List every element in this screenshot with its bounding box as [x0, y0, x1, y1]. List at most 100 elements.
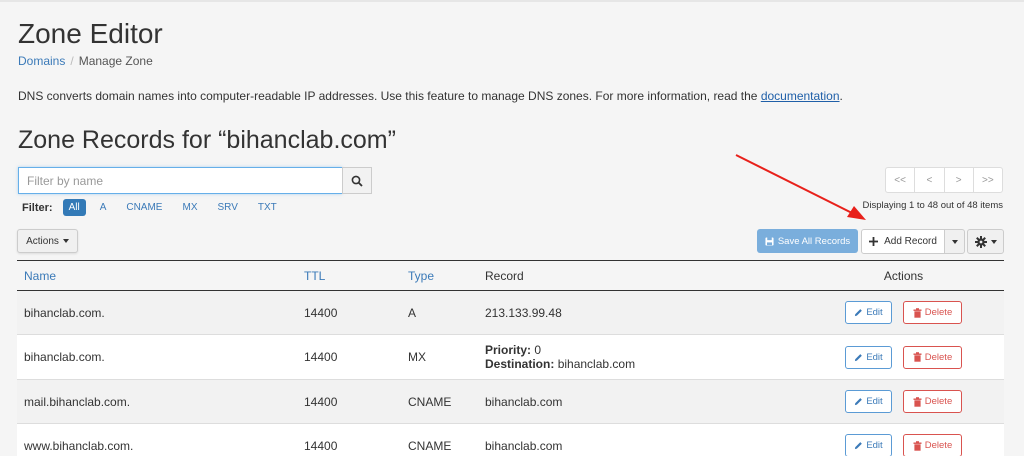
filter-a[interactable]: A: [94, 199, 113, 216]
breadcrumb: Domains / Manage Zone: [18, 54, 153, 68]
filter-txt[interactable]: TXT: [252, 199, 283, 216]
search-input[interactable]: [18, 167, 342, 194]
table-row: bihanclab.com. 14400 A 213.133.99.48 Edi…: [17, 290, 1004, 335]
add-record-button[interactable]: Add Record: [861, 229, 945, 254]
record-name: mail.bihanclab.com.: [17, 379, 297, 424]
breadcrumb-separator: /: [70, 54, 74, 68]
pager-next-button[interactable]: >: [945, 168, 974, 192]
record-ttl: 14400: [297, 290, 401, 335]
plus-icon: [869, 237, 879, 246]
table-row: bihanclab.com. 14400 MX Priority: 0 Dest…: [17, 334, 1004, 380]
pager-first-button[interactable]: <<: [886, 168, 916, 192]
caret-down-icon: [990, 239, 997, 244]
settings-dropdown-button[interactable]: [967, 229, 1004, 254]
page-title: Zone Editor: [18, 18, 163, 49]
destination-label: Destination:: [485, 357, 555, 371]
pager-prev-button[interactable]: <: [915, 168, 945, 192]
row-actions: Edit Delete: [796, 334, 1004, 380]
trash-icon: [913, 440, 922, 451]
record-type: CNAME: [401, 379, 478, 424]
edit-button[interactable]: Edit: [845, 301, 892, 324]
edit-button[interactable]: Edit: [845, 390, 892, 413]
row-actions: Edit Delete: [796, 423, 1004, 456]
edit-label: Edit: [866, 440, 883, 451]
edit-label: Edit: [866, 307, 883, 318]
description-text: DNS converts domain names into computer-…: [18, 89, 761, 103]
documentation-link[interactable]: documentation: [761, 89, 840, 103]
add-record-label: Add Record: [884, 236, 937, 247]
filter-all[interactable]: All: [62, 199, 86, 216]
record-value: bihanclab.com: [478, 423, 796, 456]
delete-label: Delete: [924, 440, 953, 451]
record-ttl: 14400: [297, 379, 401, 424]
pager-last-button[interactable]: >>: [974, 168, 1002, 192]
search-button[interactable]: [342, 167, 372, 194]
record-value: Priority: 0 Destination: bihanclab.com: [478, 334, 796, 380]
record-type: CNAME: [401, 423, 478, 456]
filter-mx[interactable]: MX: [176, 199, 203, 216]
top-border: [0, 0, 1024, 2]
delete-label: Delete: [924, 396, 953, 407]
record-name: bihanclab.com.: [17, 334, 297, 380]
add-record-dropdown-toggle[interactable]: [944, 229, 965, 254]
priority-value: 0: [534, 343, 542, 357]
caret-down-icon: [951, 239, 958, 244]
filter-row: Filter: All A CNAME MX SRV TXT: [22, 199, 291, 216]
save-all-records-button[interactable]: Save All Records: [757, 229, 858, 253]
table-header-row: Name TTL Type Record Actions: [17, 260, 1004, 291]
record-type: A: [401, 290, 478, 335]
floppy-disk-icon: [765, 236, 774, 246]
record-ttl: 14400: [297, 334, 401, 380]
filter-cname[interactable]: CNAME: [120, 199, 168, 216]
trash-icon: [913, 307, 922, 318]
column-header-name[interactable]: Name: [17, 260, 297, 291]
edit-button[interactable]: Edit: [845, 434, 892, 456]
breadcrumb-current: Manage Zone: [78, 54, 153, 68]
row-actions: Edit Delete: [796, 379, 1004, 424]
destination-value: bihanclab.com: [557, 357, 636, 371]
pagination: << < > >>: [885, 167, 1003, 193]
page-description: DNS converts domain names into computer-…: [18, 89, 843, 103]
description-end: .: [839, 89, 843, 103]
breadcrumb-domains-link[interactable]: Domains: [18, 54, 65, 68]
trash-icon: [913, 396, 922, 407]
caret-down-icon: [62, 239, 69, 243]
delete-label: Delete: [924, 307, 953, 318]
edit-label: Edit: [866, 396, 883, 407]
row-actions: Edit Delete: [796, 290, 1004, 335]
column-header-record: Record: [478, 260, 796, 291]
record-name: bihanclab.com.: [17, 290, 297, 335]
search-icon: [351, 175, 363, 187]
displaying-count: Displaying 1 to 48 out of 48 items: [862, 200, 1003, 211]
record-value: 213.133.99.48: [478, 290, 796, 335]
delete-button[interactable]: Delete: [903, 301, 962, 324]
pencil-icon: [855, 442, 863, 450]
column-header-actions: Actions: [796, 260, 1004, 291]
filter-srv[interactable]: SRV: [211, 199, 243, 216]
filter-label: Filter:: [22, 201, 53, 214]
pencil-icon: [855, 398, 863, 406]
column-header-type[interactable]: Type: [401, 260, 478, 291]
table-row: mail.bihanclab.com. 14400 CNAME bihancla…: [17, 379, 1004, 424]
priority-label: Priority:: [485, 343, 532, 357]
save-all-label: Save All Records: [777, 235, 851, 247]
actions-label: Actions: [26, 235, 59, 247]
edit-label: Edit: [866, 351, 883, 363]
delete-label: Delete: [924, 351, 953, 363]
gear-icon: [974, 235, 987, 248]
table-row: www.bihanclab.com. 14400 CNAME bihanclab…: [17, 423, 1004, 456]
zone-records-heading: Zone Records for “bihanclab.com”: [18, 126, 396, 154]
actions-dropdown-button[interactable]: Actions: [17, 229, 78, 253]
record-name: www.bihanclab.com.: [17, 423, 297, 456]
delete-button[interactable]: Delete: [903, 434, 962, 456]
record-type: MX: [401, 334, 478, 380]
delete-button[interactable]: Delete: [903, 345, 962, 369]
edit-button[interactable]: Edit: [845, 345, 892, 369]
search-group: [18, 167, 372, 194]
pencil-icon: [855, 309, 863, 317]
zone-records-table: Name TTL Type Record Actions bihanclab.c…: [17, 260, 1004, 456]
trash-icon: [913, 352, 922, 362]
column-header-ttl[interactable]: TTL: [297, 260, 401, 291]
delete-button[interactable]: Delete: [903, 390, 962, 413]
pencil-icon: [855, 353, 863, 361]
